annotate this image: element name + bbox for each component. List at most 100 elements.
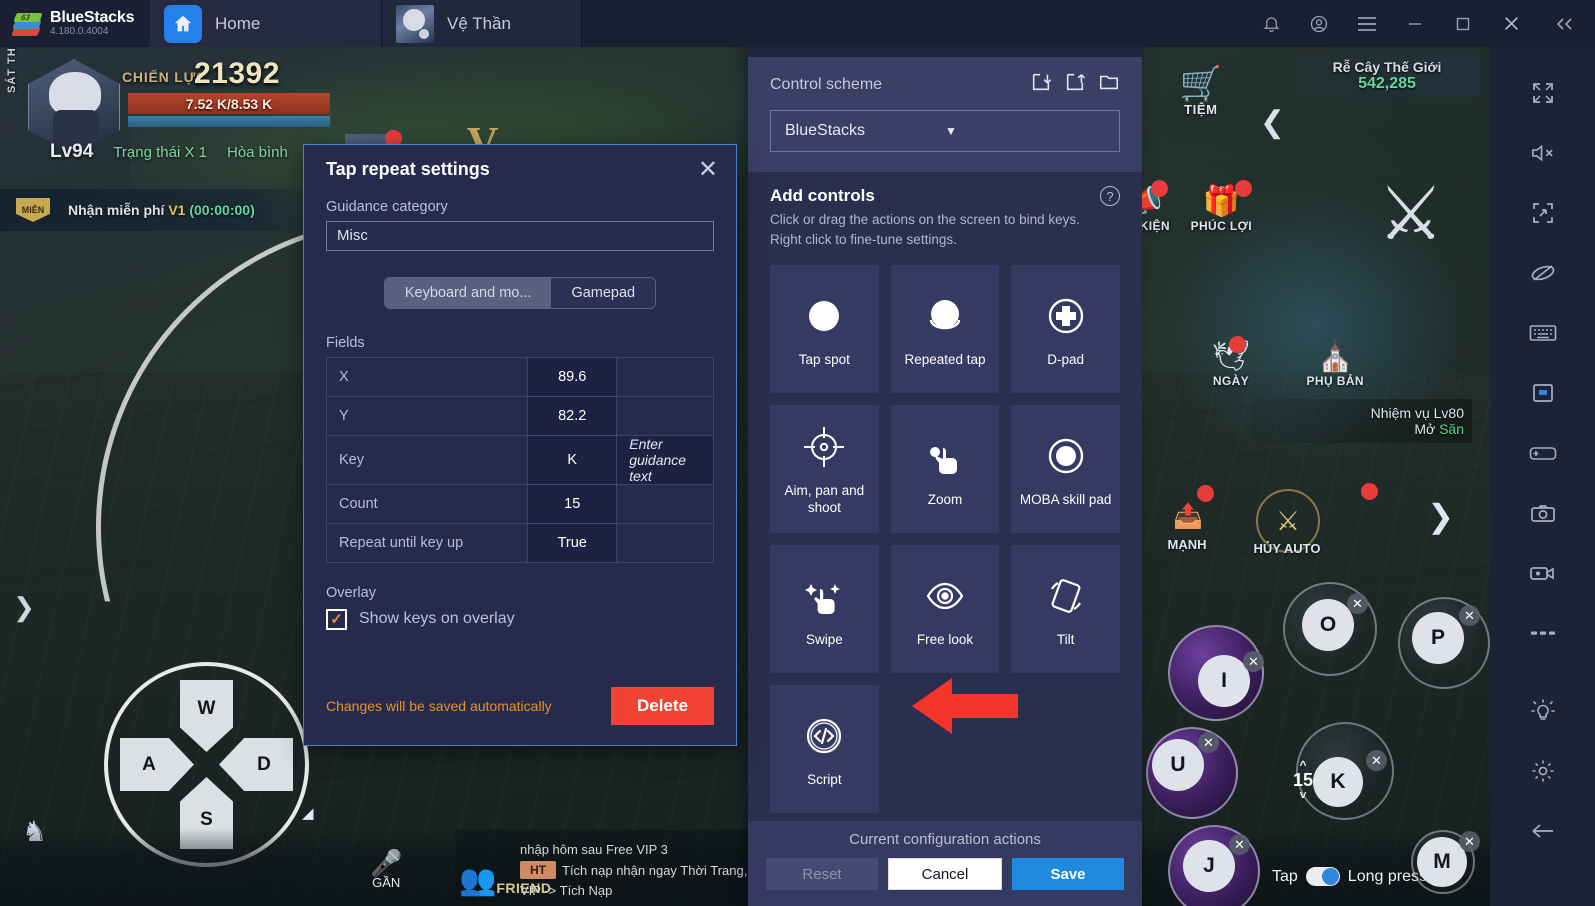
- brightness-icon[interactable]: [1511, 683, 1575, 739]
- dialog-close-icon[interactable]: ✕: [698, 158, 718, 182]
- segment-gamepad[interactable]: Gamepad: [551, 277, 656, 308]
- table-row[interactable]: Y 82.2: [325, 395, 714, 436]
- tab-game[interactable]: Vệ Thần: [382, 0, 582, 47]
- reset-button[interactable]: Reset: [766, 858, 878, 890]
- remove-key-k-icon[interactable]: ✕: [1366, 750, 1387, 771]
- control-card-repeated-tap[interactable]: Repeated tap: [890, 265, 1000, 394]
- control-card-script[interactable]: Script: [770, 685, 879, 814]
- daily-red-dot: [1229, 336, 1246, 353]
- folder-icon[interactable]: [1098, 71, 1120, 98]
- keycap-p[interactable]: P: [1412, 612, 1464, 664]
- field-guidance-text-input[interactable]: Enter guidance text: [616, 434, 714, 485]
- moba-skill-pad-icon: [1043, 430, 1089, 482]
- shop-label: TIỆM: [1184, 102, 1218, 117]
- remove-key-o-icon[interactable]: ✕: [1347, 593, 1368, 614]
- remove-key-m-icon[interactable]: ✕: [1459, 831, 1480, 852]
- shake-icon[interactable]: [1511, 245, 1575, 301]
- field-value[interactable]: True: [527, 522, 618, 563]
- remove-key-p-icon[interactable]: ✕: [1459, 605, 1480, 626]
- dungeon-button[interactable]: ⛪ PHỤ BẢN: [1307, 342, 1364, 390]
- rotate-screen-icon[interactable]: [1511, 185, 1575, 241]
- segment-keyboard-mouse[interactable]: Keyboard and mo...: [384, 277, 552, 308]
- control-card-tilt[interactable]: Tilt: [1011, 545, 1120, 674]
- remove-key-j-icon[interactable]: ✕: [1229, 834, 1250, 855]
- keycap-j[interactable]: J: [1183, 840, 1235, 892]
- keyboard-controls-icon[interactable]: [1511, 305, 1575, 361]
- control-card-swipe[interactable]: Swipe: [770, 545, 879, 674]
- voice-chat-button[interactable]: 🎤 GẦN: [370, 849, 402, 890]
- chat-line-2-text: Tích nạp nhận ngay Thời Trang, P: [562, 862, 760, 878]
- free-vip-banner[interactable]: MIỄN Nhận miễn phí V1 (00:00:00): [0, 189, 316, 231]
- field-value[interactable]: 89.6: [527, 356, 618, 397]
- remove-key-i-icon[interactable]: ✕: [1243, 651, 1264, 672]
- field-extra[interactable]: [616, 522, 714, 563]
- field-value[interactable]: 15: [527, 483, 618, 524]
- menu-hamburger-icon[interactable]: [1343, 0, 1391, 47]
- import-icon[interactable]: [1030, 71, 1052, 98]
- field-value[interactable]: K: [527, 434, 618, 485]
- control-card-tap-spot[interactable]: Tap spot: [770, 265, 879, 394]
- free-banner-vip: V1: [168, 202, 186, 218]
- control-card-label: Script: [807, 771, 842, 787]
- mute-icon[interactable]: [1511, 125, 1575, 181]
- phone-layout-icon[interactable]: [1511, 365, 1575, 421]
- control-card-moba-skill-pad[interactable]: MOBA skill pad: [1011, 405, 1120, 534]
- control-card-label: MOBA skill pad: [1019, 491, 1112, 507]
- table-row[interactable]: Key K Enter guidance text: [325, 434, 714, 485]
- field-extra[interactable]: [616, 483, 714, 524]
- minimize-button[interactable]: [1391, 0, 1439, 47]
- save-button[interactable]: Save: [1012, 858, 1124, 890]
- control-card-dpad[interactable]: D-pad: [1011, 265, 1120, 394]
- dpad-key-w[interactable]: W: [180, 680, 233, 752]
- hud-expand-icon[interactable]: ❯: [1427, 497, 1454, 535]
- control-card-aim-pan-shoot[interactable]: Aim, pan and shoot: [770, 405, 879, 534]
- bluestacks-brand: 63 BlueStacks 4.180.0.4004: [0, 0, 150, 47]
- footer-title: Current configuration actions: [849, 831, 1041, 848]
- control-card-free-look[interactable]: Free look: [890, 545, 1000, 674]
- shop-button[interactable]: 🛒 TIỆM: [1180, 67, 1222, 119]
- hud-collapse-icon[interactable]: ❮: [1260, 105, 1285, 140]
- table-row[interactable]: X 89.6: [325, 356, 714, 397]
- keycap-u[interactable]: U: [1152, 739, 1204, 791]
- show-keys-checkbox[interactable]: ✓: [326, 608, 347, 630]
- cancel-button[interactable]: Cancel: [888, 858, 1002, 890]
- control-scheme-select[interactable]: BlueStacks ▼: [770, 110, 1120, 152]
- close-button[interactable]: [1487, 0, 1535, 47]
- control-card-zoom[interactable]: Zoom: [890, 405, 1000, 534]
- more-dots-icon[interactable]: [1511, 605, 1575, 661]
- screenshot-camera-icon[interactable]: [1511, 485, 1575, 541]
- field-extra[interactable]: [616, 356, 714, 397]
- help-icon[interactable]: ?: [1100, 186, 1120, 206]
- quest-tracker[interactable]: Nhiệm vụ Lv80 Mở Săn: [1252, 399, 1472, 443]
- table-row[interactable]: Count 15: [325, 483, 714, 524]
- tap-longpress-toggle[interactable]: Tap Long press: [1272, 867, 1427, 886]
- game-viewport[interactable]: SÁT THỦ CHIẾN LỰC 21392 7.52 K/8.53 K Lv…: [0, 47, 1490, 906]
- notifications-bell-icon[interactable]: [1247, 0, 1295, 47]
- toggle-switch[interactable]: [1305, 867, 1340, 886]
- repeat-count-stepper[interactable]: ^ 15 ˅: [1288, 759, 1318, 801]
- record-video-icon[interactable]: [1511, 545, 1575, 601]
- controls-editor-footer: Current configuration actions Reset Canc…: [748, 821, 1142, 906]
- dpad-key-a[interactable]: A: [120, 738, 194, 791]
- stepper-down-icon[interactable]: ˅: [1288, 789, 1318, 801]
- account-icon[interactable]: [1295, 0, 1343, 47]
- collapse-sidebar-button[interactable]: [1535, 0, 1595, 47]
- export-icon[interactable]: [1064, 71, 1086, 98]
- back-arrow-icon[interactable]: [1511, 803, 1575, 859]
- dpad-key-d[interactable]: D: [219, 738, 293, 791]
- show-keys-checkbox-row[interactable]: ✓ Show keys on overlay: [326, 608, 714, 630]
- tab-home[interactable]: Home: [150, 0, 382, 47]
- table-row[interactable]: Repeat until key up True: [325, 522, 714, 563]
- gamepad-icon[interactable]: [1511, 425, 1575, 481]
- game-left-arrow-icon[interactable]: ❯: [8, 587, 40, 627]
- keycap-o[interactable]: O: [1302, 599, 1354, 651]
- remove-key-u-icon[interactable]: ✕: [1198, 732, 1219, 753]
- field-extra[interactable]: [616, 395, 714, 436]
- guidance-category-input[interactable]: Misc: [326, 220, 714, 251]
- maximize-button[interactable]: [1439, 0, 1487, 47]
- delete-button[interactable]: Delete: [610, 687, 714, 725]
- fullscreen-icon[interactable]: [1511, 65, 1575, 121]
- keycap-k[interactable]: K: [1313, 757, 1363, 807]
- field-value[interactable]: 82.2: [527, 395, 618, 436]
- settings-gear-icon[interactable]: [1511, 743, 1575, 799]
